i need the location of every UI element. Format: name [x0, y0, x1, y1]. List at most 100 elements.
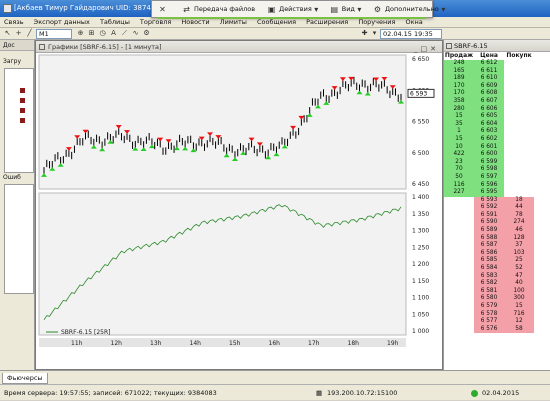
order-book-row[interactable]: 6 584 52: [444, 265, 550, 273]
menu-item-windows[interactable]: Окна: [405, 18, 422, 26]
chevron-down-icon: ▾: [357, 4, 362, 14]
buy-volume-cell: 58: [504, 325, 534, 334]
pointer-icon[interactable]: ↖: [3, 29, 12, 38]
menu-item-news[interactable]: Новости: [181, 18, 209, 26]
zoom-icon[interactable]: ⊕: [76, 29, 85, 38]
order-book-row[interactable]: 6 593 18: [444, 196, 550, 205]
order-book-row[interactable]: 6 586 103: [444, 249, 550, 258]
price-cell: 6 599: [474, 158, 504, 167]
order-book-row[interactable]: 422 6 600: [444, 151, 550, 159]
order-book-row[interactable]: 165 6 611: [444, 67, 550, 76]
order-book-row[interactable]: 248 6 612: [444, 60, 550, 68]
order-book-row[interactable]: 6 577 12: [444, 318, 550, 326]
order-book-row[interactable]: 6 592 44: [444, 204, 550, 212]
order-book-row[interactable]: 6 580 300: [444, 295, 550, 303]
buy-volume-cell: [504, 144, 534, 152]
actions-menu-button[interactable]: ▣ Действия ▾: [267, 5, 324, 14]
date-input[interactable]: 02.04.15 19:35: [380, 29, 442, 39]
indicator-tick-label: 1 300: [412, 228, 429, 235]
order-book-row[interactable]: 6 583 47: [444, 272, 550, 281]
order-book-row[interactable]: 189 6 610: [444, 75, 550, 83]
sell-volume-cell: 1: [444, 128, 474, 136]
order-book-row[interactable]: 6 588 128: [444, 234, 550, 243]
menu-item-svyaz[interactable]: Связь: [4, 18, 24, 26]
price-cell: 6 606: [474, 105, 504, 114]
order-book-row[interactable]: 6 576 58: [444, 325, 550, 334]
add-icon[interactable]: ✚: [360, 29, 369, 38]
bottom-tabs: Фьючерсы: [0, 370, 550, 384]
close-button[interactable]: ✕: [158, 5, 170, 14]
clock-icon[interactable]: ◷: [98, 29, 107, 38]
time-tick-label: 19h: [387, 340, 399, 347]
tab-futures[interactable]: Фьючерсы: [2, 373, 48, 384]
menu-item-tables[interactable]: Таблицы: [100, 18, 130, 26]
sell-volume-cell: 170: [444, 82, 474, 91]
price-tick-label: 6 500: [412, 150, 429, 157]
view-menu-button[interactable]: ▤ Вид ▾: [330, 5, 367, 14]
crosshair-icon[interactable]: +: [14, 29, 23, 38]
menu-item-messages[interactable]: Сообщения: [257, 18, 296, 26]
order-book-row[interactable]: 170 6 609: [444, 82, 550, 91]
price-cell: 6 579: [474, 303, 504, 311]
buy-volume-cell: 716: [504, 310, 534, 319]
order-book-row[interactable]: 35 6 604: [444, 120, 550, 129]
order-book-row[interactable]: 6 585 25: [444, 257, 550, 266]
menu-item-export[interactable]: Экспорт данных: [34, 18, 90, 26]
price-cell: 6 603: [474, 128, 504, 136]
order-book-row[interactable]: 23 6 599: [444, 158, 550, 167]
order-book-row[interactable]: 170 6 608: [444, 90, 550, 98]
order-book-row[interactable]: 6 590 274: [444, 219, 550, 228]
floating-toolbar: ✕ ⇄ Передача файлов ▣ Действия ▾ ▤ Вид ▾ ⚙ Доп…: [151, 0, 445, 19]
buy-volume-cell: 100: [504, 287, 534, 296]
price-cell: 6 581: [474, 287, 504, 296]
order-book-row[interactable]: 6 589 46: [444, 227, 550, 235]
timeframe-select[interactable]: M1: [36, 29, 72, 39]
order-book-row[interactable]: 10 6 601: [444, 143, 550, 152]
order-book-row[interactable]: 6 578 716: [444, 310, 550, 319]
order-book-row[interactable]: 116 6 596: [444, 181, 550, 190]
text-icon[interactable]: A: [109, 29, 118, 38]
line-tool-icon[interactable]: ╱: [25, 29, 34, 38]
order-book-row[interactable]: 227 6 595: [444, 189, 550, 197]
sell-volume-cell: 358: [444, 97, 474, 106]
indicator-icon[interactable]: ∿: [131, 29, 140, 38]
buy-volume-cell: [504, 136, 534, 144]
order-book-row[interactable]: 15 6 605: [444, 113, 550, 121]
order-book-row[interactable]: 15 6 602: [444, 135, 550, 144]
menu-item-trading[interactable]: Торговля: [140, 18, 171, 26]
sell-volume-cell: 35: [444, 120, 474, 129]
order-book-row[interactable]: 6 579 15: [444, 303, 550, 311]
order-book-row[interactable]: 16 603: [444, 128, 550, 136]
actions-label: Действия: [279, 5, 312, 13]
time-tick-label: 11h: [71, 340, 83, 347]
chart-canvas[interactable]: 6 6506 6006 5506 5006 4501 4001 3501 300…: [36, 53, 442, 369]
menu-item-extensions[interactable]: Расширения: [306, 18, 348, 26]
grid-icon[interactable]: ⊞: [87, 29, 96, 38]
file-transfer-button[interactable]: ⇄ Передача файлов: [182, 5, 255, 14]
indicator-tick-label: 1 100: [412, 295, 429, 302]
settings-icon[interactable]: ⚙: [142, 29, 151, 38]
price-cell: 6 590: [474, 219, 504, 228]
order-book-row[interactable]: 358 6 607: [444, 97, 550, 106]
menu-item-limits[interactable]: Лимиты: [220, 18, 247, 26]
order-book-row[interactable]: 50 6 597: [444, 173, 550, 182]
sell-volume-cell: [444, 265, 474, 273]
menu-item-orders[interactable]: Поручения: [358, 18, 395, 26]
sell-volume-cell: 10: [444, 143, 474, 152]
more-menu-button[interactable]: ⚙ Дополнительно ▾: [373, 5, 451, 14]
price-cell: 6 588: [474, 234, 504, 243]
connection-status-icon: [471, 390, 478, 397]
price-cell: 6 584: [474, 265, 504, 273]
order-book-row[interactable]: 6 591 78: [444, 211, 550, 220]
chevron-down-icon[interactable]: ▾: [370, 29, 379, 38]
price-cell: 6 612: [474, 60, 504, 68]
buy-volume-cell: [504, 98, 534, 106]
trend-icon[interactable]: ⟋: [120, 29, 129, 38]
order-book-row[interactable]: 280 6 606: [444, 105, 550, 114]
order-book-row[interactable]: 6 587 37: [444, 242, 550, 250]
sell-volume-cell: [444, 242, 474, 250]
order-book-row[interactable]: 6 582 40: [444, 280, 550, 288]
sell-volume-cell: 50: [444, 173, 474, 182]
order-book-row[interactable]: 70 6 598: [444, 166, 550, 174]
order-book-row[interactable]: 6 581 100: [444, 287, 550, 296]
